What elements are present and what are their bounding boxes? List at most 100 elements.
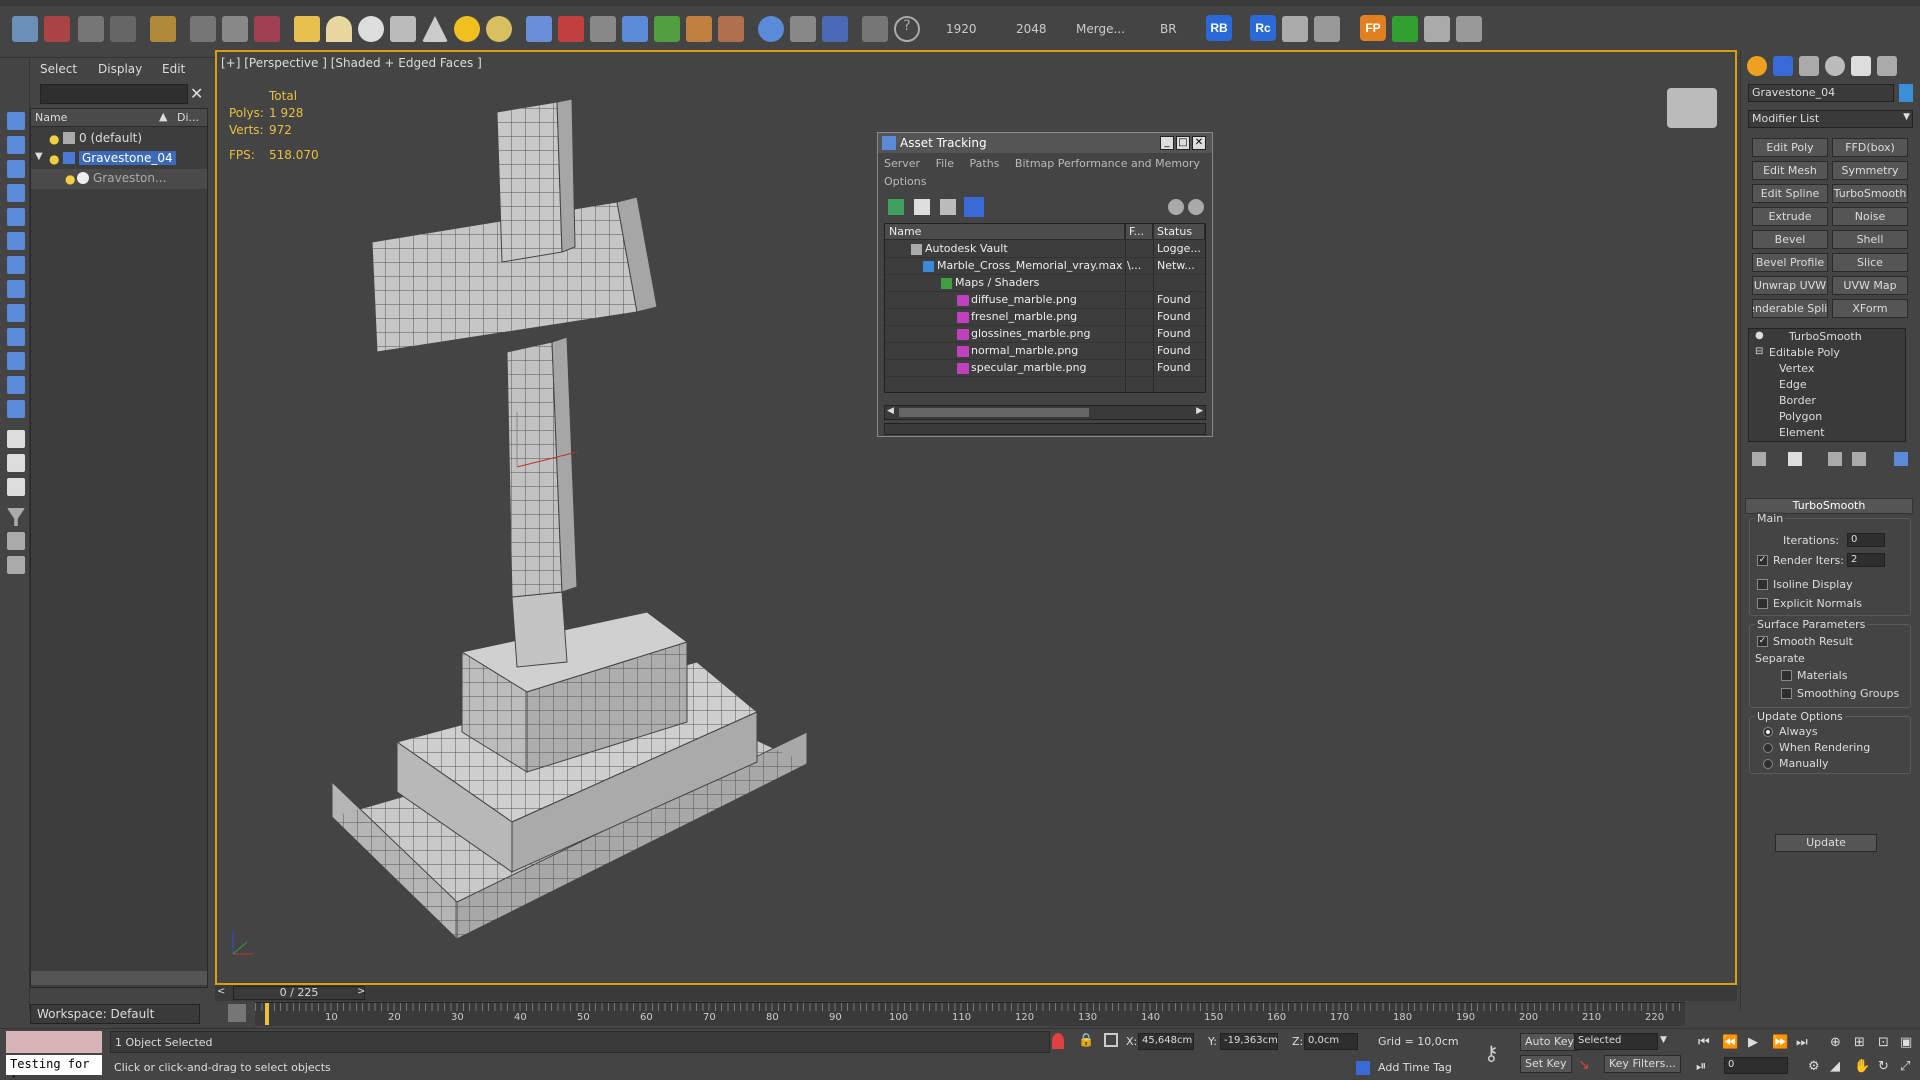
maxscript-mini-listener[interactable]: Testing for : (6, 1055, 102, 1080)
display-none-icon[interactable] (7, 454, 25, 472)
set-key-button[interactable]: Set Key (1520, 1055, 1572, 1073)
dialog-titlebar[interactable]: Asset Tracking _ □ ✕ (878, 133, 1212, 153)
uvw-map-button[interactable]: UVW Map (1832, 276, 1908, 295)
unwrap-uvw-button[interactable]: Unwrap UVW (1752, 276, 1828, 295)
column-full-path[interactable]: F... (1125, 224, 1153, 240)
plant-icon[interactable] (654, 16, 680, 42)
curve-editor-icon[interactable] (228, 1004, 246, 1022)
time-slider-thumb[interactable]: 0 / 225 (233, 986, 365, 1000)
maxscript-listener[interactable] (6, 1031, 102, 1053)
render-setup-icon[interactable] (790, 16, 816, 42)
br-button[interactable]: BR (1160, 22, 1177, 36)
noise-button[interactable]: Noise (1832, 207, 1908, 226)
symmetry-button[interactable]: Symmetry (1832, 161, 1908, 180)
scroll-right-icon[interactable]: ▶ (1196, 406, 1203, 416)
key-filters-button[interactable]: Key Filters... (1604, 1055, 1681, 1073)
rb-button[interactable]: RB (1206, 15, 1232, 41)
zoom-extents-icon[interactable]: ⊡ (1878, 1035, 1889, 1050)
edit-poly-button[interactable]: Edit Poly (1752, 138, 1828, 157)
key-icon[interactable]: ⚷ (1484, 1041, 1499, 1065)
key-set-dropdown[interactable]: Selected (1574, 1033, 1658, 1050)
menu-edit[interactable]: Edit (162, 62, 185, 76)
extrude-button[interactable]: Extrude (1752, 207, 1828, 226)
time-slider[interactable]: < 0 / 225 > (215, 985, 1737, 1001)
dome-icon[interactable] (326, 16, 352, 42)
stack-item-edge[interactable]: Edge (1749, 377, 1897, 393)
teapot-icon[interactable] (390, 16, 416, 42)
invert-icon[interactable] (7, 478, 25, 496)
chevron-down-icon[interactable]: ▼ (1660, 1035, 1667, 1045)
minimize-icon[interactable]: _ (1160, 136, 1174, 150)
render-height[interactable]: 2048 (1016, 22, 1047, 36)
list-view-icon[interactable] (914, 199, 930, 215)
move-icon[interactable] (190, 16, 216, 42)
rotate-icon[interactable] (222, 16, 248, 42)
y-coordinate-field[interactable]: -19,363cm (1220, 1033, 1278, 1050)
hair-icon[interactable] (558, 16, 584, 42)
viewcube[interactable] (1667, 88, 1717, 128)
sphere-icon[interactable] (358, 16, 384, 42)
menu-file[interactable]: File (936, 157, 954, 170)
time-tag-icon[interactable] (1356, 1061, 1370, 1075)
prev-frame-icon[interactable]: < (217, 986, 225, 997)
collapse-icon[interactable]: ⊟ (1755, 346, 1763, 357)
iterations-spinner[interactable]: 0 (1847, 533, 1885, 547)
question-icon[interactable]: ? (894, 16, 920, 42)
context-help-icon[interactable] (1188, 199, 1204, 215)
layer-row-gravestone[interactable]: ▼ ● Gravestone_04 (31, 149, 207, 169)
configure-sets-icon[interactable] (1894, 452, 1908, 466)
hair-fx-icon[interactable] (686, 16, 712, 42)
isoline-checkbox[interactable] (1757, 579, 1768, 590)
next-frame-icon[interactable]: ⏩ (1772, 1035, 1788, 1050)
render-iters-spinner[interactable]: 2 (1847, 553, 1885, 567)
frozen-filter-icon[interactable] (7, 376, 25, 394)
pan-icon[interactable]: ✋ (1854, 1059, 1870, 1074)
asset-row[interactable]: specular_marble.png Found (885, 360, 1205, 377)
menu-bitmap[interactable]: Bitmap Performance and Memory (1015, 157, 1200, 170)
menu-select[interactable]: Select (40, 62, 77, 76)
key-mode-icon[interactable]: ↘ (1578, 1057, 1590, 1073)
stack-item-element[interactable]: Element (1749, 425, 1897, 441)
key-mode-toggle-icon[interactable]: ⏯ (1696, 1059, 1706, 1074)
refresh-icon[interactable] (888, 199, 904, 215)
smooth-result-checkbox[interactable]: ✓ (1757, 636, 1768, 647)
asset-row[interactable]: Maps / Shaders (885, 275, 1205, 292)
ffd-box-button[interactable]: FFD(box) (1832, 138, 1908, 157)
layer-manager-icon[interactable] (7, 556, 25, 574)
select-icon[interactable] (150, 16, 176, 42)
menu-options[interactable]: Options (884, 175, 926, 188)
select-filter-icon[interactable] (7, 112, 25, 130)
grid-icon[interactable] (1314, 16, 1340, 42)
filter-icon[interactable] (7, 508, 25, 526)
stack-item-border[interactable]: Border (1749, 393, 1897, 409)
when-rendering-radio[interactable] (1763, 743, 1773, 753)
create-tab-icon[interactable] (1747, 56, 1767, 76)
render-frame-icon[interactable] (822, 16, 848, 42)
geometry-filter-icon[interactable] (7, 136, 25, 154)
current-frame-field[interactable]: 0 (1724, 1057, 1788, 1074)
column-name[interactable]: Name (885, 224, 1125, 240)
explorer-hscroll[interactable] (31, 971, 207, 985)
always-radio[interactable] (1763, 727, 1773, 737)
isolate-icon[interactable] (1052, 1033, 1064, 1049)
play-icon[interactable]: ▶ (1748, 1035, 1758, 1050)
asset-row[interactable]: normal_marble.png Found (885, 343, 1205, 360)
x-coordinate-field[interactable]: 45,648cm (1138, 1033, 1194, 1050)
time-config-icon[interactable]: ⚙ (1808, 1059, 1820, 1074)
list-icon[interactable] (1456, 16, 1482, 42)
merge-button[interactable]: Merge... (1076, 22, 1125, 36)
display-tab-icon[interactable] (1851, 56, 1871, 76)
column-display[interactable]: Di... (177, 111, 199, 124)
render-sphere-icon[interactable] (758, 16, 784, 42)
previous-frame-icon[interactable]: ⏪ (1722, 1035, 1738, 1050)
dialog-path-field[interactable] (884, 423, 1206, 435)
display-all-icon[interactable] (7, 430, 25, 448)
layer-icon[interactable] (78, 16, 104, 42)
timeline-track[interactable]: 10 20 30 40 50 60 70 80 90 100 110 120 1… (255, 1002, 1685, 1026)
detail-view-icon[interactable] (940, 199, 956, 215)
scroll-left-icon[interactable]: ◀ (887, 406, 894, 416)
rc-button[interactable]: Rc (1250, 15, 1276, 41)
add-time-tag[interactable]: Add Time Tag (1378, 1061, 1452, 1074)
turbosmooth-button[interactable]: TurboSmooth (1832, 184, 1908, 203)
bones-icon[interactable] (590, 16, 616, 42)
